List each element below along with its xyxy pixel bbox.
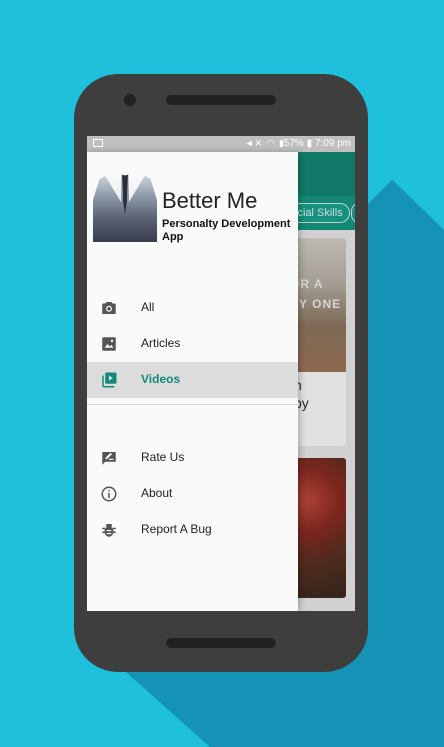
drawer-item-label: All: [141, 300, 155, 314]
top-speaker: [166, 95, 276, 105]
camera-icon: [102, 302, 116, 314]
bottom-speaker: [166, 638, 276, 648]
image-icon: [102, 337, 116, 351]
app-logo: [93, 172, 157, 242]
signal-icons: ◄✕ ◠ ▮: [244, 138, 285, 148]
drawer-item-rate-us[interactable]: Rate Us: [87, 440, 298, 476]
info-icon: [101, 486, 117, 502]
navigation-drawer: Better Me Personalty Development App All…: [87, 152, 298, 611]
drawer-item-label: Rate Us: [141, 450, 185, 464]
bug-icon: [102, 524, 116, 537]
drawer-item-videos[interactable]: Videos: [87, 362, 298, 398]
video-library-icon: [102, 372, 117, 388]
drawer-header: Better Me Personalty Development App: [87, 152, 298, 252]
app-name: Better Me: [162, 188, 258, 213]
phone-screen: ◄✕ ◠ ▮ 57% ▮ 7:09 pm Social Skills OR A …: [87, 136, 355, 611]
drawer-item-articles[interactable]: Articles: [87, 326, 298, 362]
drawer-item-all[interactable]: All: [87, 290, 298, 326]
rate-icon: [102, 452, 116, 465]
drawer-item-label: Articles: [141, 336, 181, 350]
front-camera: [124, 94, 136, 106]
drawer-item-report-bug[interactable]: Report A Bug: [87, 512, 298, 548]
clock: 7:09 pm: [314, 138, 351, 149]
drawer-item-about[interactable]: About: [87, 476, 298, 512]
battery-percent: 57%: [283, 138, 304, 149]
drawer-item-label: Videos: [141, 372, 181, 386]
drawer-item-label: Report A Bug: [141, 522, 212, 536]
battery-icon: ▮: [306, 138, 313, 149]
app-subtitle: Personalty Development App: [162, 218, 291, 243]
tie-icon: [122, 174, 128, 214]
drawer-item-label: About: [141, 486, 173, 500]
status-bar: ◄✕ ◠ ▮ 57% ▮ 7:09 pm: [87, 136, 355, 152]
gallery-notification-icon: [93, 139, 103, 147]
drawer-divider: [87, 404, 298, 405]
